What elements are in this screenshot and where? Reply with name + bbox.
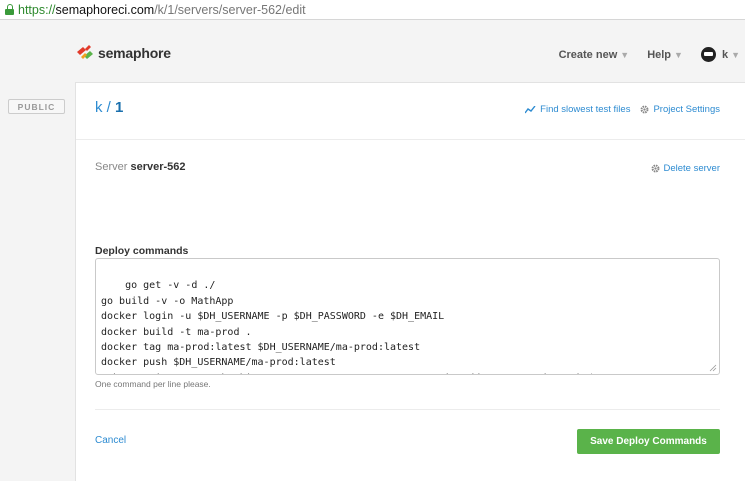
create-new-label: Create new xyxy=(559,49,618,61)
divider xyxy=(95,409,720,410)
cancel-link[interactable]: Cancel xyxy=(95,435,126,446)
save-deploy-commands-button[interactable]: Save Deploy Commands xyxy=(577,429,720,454)
help-menu[interactable]: Help ▼ xyxy=(647,49,683,61)
project-settings-label: Project Settings xyxy=(653,104,720,115)
caret-down-icon: ▼ xyxy=(674,50,683,60)
address-bar[interactable]: https://semaphoreci.com/k/1/servers/serv… xyxy=(0,0,745,20)
project-owner-link[interactable]: k xyxy=(95,99,103,116)
user-name: k xyxy=(722,49,728,61)
delete-server-label: Delete server xyxy=(664,163,721,174)
project-links: Find slowest test files Project Settings xyxy=(515,104,720,115)
url-scheme: https:// xyxy=(18,3,56,17)
caret-down-icon: ▼ xyxy=(731,50,740,60)
deploy-commands-textarea[interactable]: go get -v -d ./ go build -v -o MathApp d… xyxy=(95,258,720,375)
deploy-commands-label: Deploy commands xyxy=(95,245,188,257)
gear-icon xyxy=(651,164,660,173)
find-slowest-tests-link[interactable]: Find slowest test files xyxy=(525,104,630,115)
semaphore-logo-icon xyxy=(75,43,95,63)
server-name: server-562 xyxy=(130,161,185,173)
deploy-commands-text: go get -v -d ./ go build -v -o MathApp d… xyxy=(101,280,667,375)
top-nav: Create new ▼ Help ▼ k ▼ xyxy=(541,47,740,62)
avatar xyxy=(701,47,716,62)
gear-icon xyxy=(640,105,649,114)
server-edit-card: k / 1 Find slowest test files Project Se… xyxy=(75,82,745,481)
chart-line-icon xyxy=(525,106,536,114)
lock-icon xyxy=(5,4,14,15)
public-badge: PUBLIC xyxy=(8,99,65,114)
logo-text: semaphore xyxy=(98,45,171,61)
resize-handle-icon[interactable] xyxy=(709,364,717,372)
url-path: /k/1/servers/server-562/edit xyxy=(154,3,305,17)
divider xyxy=(76,139,745,140)
project-settings-link[interactable]: Project Settings xyxy=(640,104,720,115)
caret-down-icon: ▼ xyxy=(620,50,629,60)
project-breadcrumb: k / 1 xyxy=(95,99,123,116)
breadcrumb-separator: / xyxy=(103,99,116,116)
semaphore-logo[interactable]: semaphore xyxy=(75,43,171,63)
server-heading: Server server-562 xyxy=(95,161,186,173)
find-slowest-tests-label: Find slowest test files xyxy=(540,104,630,115)
help-label: Help xyxy=(647,49,671,61)
url-host: semaphoreci.com xyxy=(56,3,155,17)
user-menu[interactable]: k ▼ xyxy=(701,47,740,62)
deploy-commands-hint: One command per line please. xyxy=(95,379,211,389)
project-name-link[interactable]: 1 xyxy=(115,99,123,116)
create-new-menu[interactable]: Create new ▼ xyxy=(559,49,630,61)
server-prefix: Server xyxy=(95,161,130,173)
delete-server-link[interactable]: Delete server xyxy=(651,163,721,174)
